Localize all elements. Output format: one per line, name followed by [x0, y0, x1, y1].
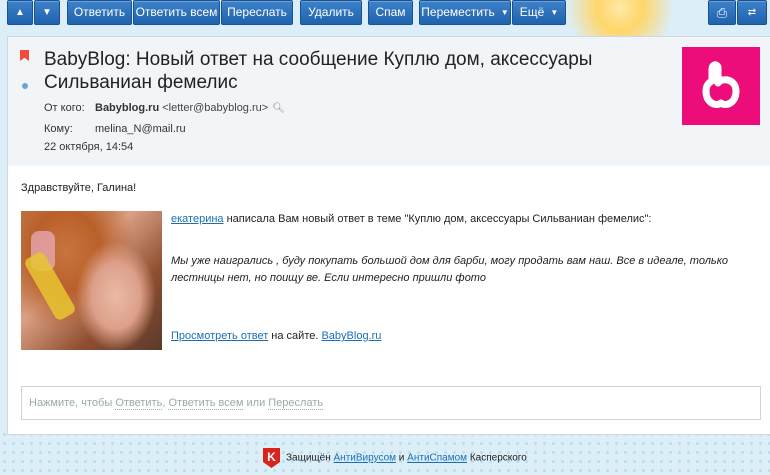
author-link[interactable]: екатерина	[171, 213, 224, 225]
intro-text: написала Вам новый ответ в теме "Куплю д…	[223, 213, 652, 225]
from-row: От кого: Babyblog.ru <letter@babyblog.ru>…	[44, 102, 285, 114]
reply-quote: Мы уже наигрались , буду покупать большо…	[171, 255, 729, 284]
reply-all-button[interactable]: Ответить всем	[133, 0, 220, 25]
message-date: 22 октября, 14:54	[44, 141, 134, 153]
spam-button[interactable]: Спам	[368, 0, 413, 25]
more-dropdown[interactable]: Ещё ▼	[512, 0, 566, 25]
babyblog-logo-icon	[702, 61, 740, 108]
kaspersky-shield-icon: K	[263, 448, 280, 468]
greeting: Здравствуйте, Галина!	[21, 182, 137, 194]
toolbar: ▲ ▼ Ответить Ответить всем Переслать Уда…	[0, 0, 770, 27]
quick-forward-link[interactable]: Переслать	[268, 397, 324, 410]
sender-name[interactable]: Babyblog.ru	[95, 102, 159, 114]
site-link[interactable]: BabyBlog.ru	[321, 330, 381, 342]
delete-button[interactable]: Удалить	[300, 0, 362, 25]
recipient-email[interactable]: melina_N@mail.ru	[95, 123, 186, 135]
search-icon[interactable]: 🔍︎	[272, 103, 285, 114]
footer-prefix: Защищён	[286, 452, 334, 464]
on-site-text: на сайте.	[268, 330, 322, 342]
footer-and: и	[396, 452, 408, 464]
security-footer: K Защищён АнтиВирусом и АнтиСпамом Каспер…	[263, 448, 527, 470]
message-header: BabyBlog: Новый ответ на сообщение Куплю…	[8, 37, 770, 166]
author-avatar	[21, 211, 162, 350]
message-card: BabyBlog: Новый ответ на сообщение Куплю…	[7, 36, 770, 435]
reply-intro: екатерина написала Вам новый ответ в тем…	[171, 211, 651, 228]
move-label: Переместить	[421, 5, 495, 19]
message-subject: BabyBlog: Новый ответ на сообщение Куплю…	[44, 49, 593, 93]
sender-email[interactable]: <letter@babyblog.ru>	[162, 102, 268, 114]
flag-icon[interactable]	[20, 50, 29, 61]
reply-prompt-prefix: Нажмите, чтобы	[29, 397, 116, 409]
move-dropdown[interactable]: Переместить ▼	[419, 0, 511, 25]
previous-message-button[interactable]: ▲	[7, 0, 33, 25]
more-label: Ещё	[519, 5, 545, 19]
arrow-up-icon: ▲	[15, 7, 25, 18]
from-label: От кого:	[44, 102, 85, 114]
forward-button[interactable]: Переслать	[221, 0, 293, 25]
printer-icon: ⎙	[716, 5, 728, 20]
quick-reply-link[interactable]: Ответить	[115, 397, 163, 410]
view-reply-line: Просмотреть ответ на сайте. BabyBlog.ru	[171, 328, 381, 345]
sender-logo	[682, 47, 760, 125]
antivirus-link[interactable]: АнтиВирусом	[334, 453, 397, 464]
chevron-down-icon: ▼	[550, 8, 559, 17]
arrow-down-icon: ▼	[42, 7, 52, 18]
translate-button[interactable]: ⇄	[737, 0, 767, 25]
quick-reply-all-link[interactable]: Ответить всем	[168, 397, 244, 410]
print-button[interactable]: ⎙	[708, 0, 736, 25]
reply-button[interactable]: Ответить	[67, 0, 132, 25]
chevron-down-icon: ▼	[500, 8, 509, 17]
antispam-link[interactable]: АнтиСпамом	[407, 453, 467, 464]
translate-icon: ⇄	[747, 7, 757, 18]
read-status-icon[interactable]	[22, 83, 28, 89]
next-message-button[interactable]: ▼	[34, 0, 60, 25]
footer-suffix: Касперского	[467, 452, 527, 464]
to-label: Кому:	[44, 123, 73, 135]
view-reply-link[interactable]: Просмотреть ответ	[171, 330, 268, 342]
separator: или	[243, 397, 269, 409]
to-row: Кому: melina_N@mail.ru	[44, 123, 186, 135]
quick-reply-box[interactable]: Нажмите, чтобы Ответить, Ответить всем и…	[21, 386, 761, 420]
